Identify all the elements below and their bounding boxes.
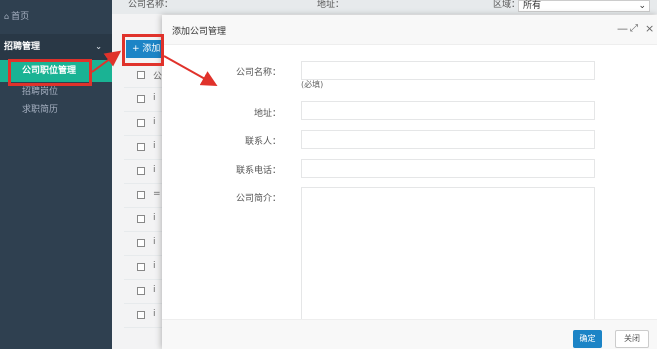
row-text: i: [153, 309, 156, 319]
contact-field[interactable]: [301, 130, 595, 149]
dialog-title: 添加公司管理: [172, 27, 227, 37]
maximize-icon[interactable]: ⤢: [630, 23, 638, 35]
company-name-label: 公司名称：: [235, 68, 281, 78]
sidebar-item-job-posts[interactable]: 招聘岗位: [22, 84, 58, 100]
row-checkbox[interactable]: [137, 263, 145, 271]
row-checkbox[interactable]: [137, 311, 145, 319]
annotation-box-add: [122, 34, 164, 66]
row-text: i: [153, 165, 156, 175]
row-text: i: [153, 141, 156, 151]
row-text: i: [153, 285, 156, 295]
region-select[interactable]: 所有 ⌄: [518, 0, 650, 12]
sidebar: ⌂ 首页 招聘管理 ⌄ 公司职位管理 招聘岗位 求职简历: [0, 0, 112, 349]
intro-textarea[interactable]: [301, 187, 595, 327]
filter-company-label: 公司名称：: [128, 0, 174, 10]
row-text: 公: [153, 72, 163, 82]
chevron-down-icon: ⌄: [95, 42, 102, 51]
row-checkbox[interactable]: [137, 239, 145, 247]
table-row[interactable]: i: [124, 304, 164, 328]
table-row[interactable]: i: [124, 280, 164, 304]
close-button[interactable]: 关闭: [615, 330, 649, 348]
chevron-down-icon: ⌄: [638, 1, 646, 11]
sidebar-menu-label: 招聘管理: [4, 42, 41, 52]
phone-field[interactable]: [301, 159, 595, 178]
company-name-field[interactable]: [301, 61, 595, 80]
row-checkbox[interactable]: [137, 167, 145, 175]
table-row[interactable]: 公: [124, 64, 164, 88]
row-text: i: [153, 237, 156, 247]
table-row[interactable]: i: [124, 136, 164, 160]
address-field[interactable]: [301, 101, 595, 120]
contact-label: 联系人：: [244, 137, 281, 147]
annotation-box-menu: [8, 59, 92, 86]
row-checkbox[interactable]: [137, 71, 145, 79]
dialog-footer: 确定 关闭: [162, 319, 657, 349]
phone-label: 联系电话：: [235, 166, 281, 176]
row-text: =: [153, 189, 161, 199]
region-select-value: 所有: [523, 1, 542, 11]
intro-label: 公司简介：: [235, 194, 281, 204]
row-checkbox[interactable]: [137, 215, 145, 223]
row-checkbox[interactable]: [137, 95, 145, 103]
table-row[interactable]: i: [124, 88, 164, 112]
table-row[interactable]: i: [124, 208, 164, 232]
sidebar-menu-recruitment[interactable]: 招聘管理 ⌄: [0, 34, 112, 60]
sidebar-item-home[interactable]: ⌂ 首页: [0, 0, 112, 34]
row-text: i: [153, 261, 156, 271]
table-row[interactable]: i: [124, 232, 164, 256]
close-icon[interactable]: ×: [645, 23, 654, 35]
company-name-hint: (必填): [301, 80, 324, 89]
row-checkbox[interactable]: [137, 287, 145, 295]
table-row[interactable]: i: [124, 256, 164, 280]
address-label: 地址：: [253, 109, 281, 119]
row-text: i: [153, 117, 156, 127]
home-icon: ⌂: [4, 12, 10, 21]
table-row[interactable]: =: [124, 184, 164, 208]
filter-region-label: 区域：: [493, 0, 521, 10]
sidebar-item-resumes[interactable]: 求职简历: [22, 102, 58, 118]
row-checkbox[interactable]: [137, 143, 145, 151]
row-checkbox[interactable]: [137, 191, 145, 199]
table-row[interactable]: i: [124, 160, 164, 184]
confirm-button[interactable]: 确定: [573, 330, 602, 348]
add-company-dialog: 添加公司管理 — ⤢ × 公司名称： (必填) 地址： 联系人： 联系电话： 公…: [162, 15, 657, 349]
minimize-icon[interactable]: —: [617, 23, 628, 35]
dialog-titlebar: 添加公司管理 — ⤢ ×: [162, 15, 657, 45]
row-text: i: [153, 93, 156, 103]
row-text: i: [153, 213, 156, 223]
row-checkbox[interactable]: [137, 119, 145, 127]
filter-address-label: 地址：: [317, 0, 345, 10]
sidebar-item-label: 首页: [11, 12, 30, 22]
table-row[interactable]: i: [124, 112, 164, 136]
